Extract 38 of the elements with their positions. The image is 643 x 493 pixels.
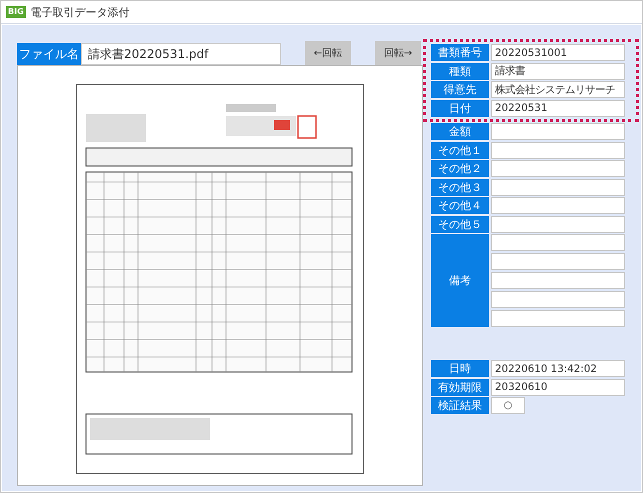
input-field[interactable] [491, 178, 625, 196]
field-label: 日付 [431, 100, 489, 116]
input-field[interactable] [491, 142, 625, 158]
app-logo: BIG [6, 6, 26, 18]
field-value[interactable]: 20220610 13:42:02 [491, 360, 625, 377]
field-value[interactable]: 20220531 [491, 100, 625, 116]
rotate-button[interactable]: 回転→ [375, 41, 421, 65]
field-value[interactable]: 株式会社システムリサーチ [491, 81, 625, 98]
field-value[interactable]: 20220531001 [491, 44, 625, 61]
field-label: その他５ [431, 216, 489, 232]
file-name-field[interactable]: 請求書20220531.pdf [81, 43, 281, 65]
field-label: 種類 [431, 62, 489, 80]
input-field[interactable] [491, 310, 625, 327]
field-label: その他２ [431, 160, 489, 177]
window-title: 電子取引データ添付 [30, 4, 130, 20]
input-field[interactable] [491, 253, 625, 270]
field-label: その他３ [431, 178, 489, 196]
field-label: 得意先 [431, 81, 489, 98]
input-field[interactable] [491, 291, 625, 308]
file-name-label: ファイル名 [17, 43, 81, 65]
field-value[interactable]: 20320610 [491, 378, 625, 396]
field-label: 金額 [431, 123, 489, 140]
input-field[interactable] [491, 216, 625, 232]
field-label: 検証結果 [431, 397, 489, 414]
verification-result: ○ [491, 397, 525, 414]
input-field[interactable] [491, 272, 625, 289]
field-label: 有効期限 [431, 378, 489, 396]
input-field[interactable] [491, 160, 625, 177]
field-value[interactable]: 請求書 [491, 62, 625, 80]
rotate-button[interactable]: ←回転 [305, 41, 351, 65]
input-field[interactable] [491, 197, 625, 214]
input-field[interactable] [491, 234, 625, 251]
field-label: その他１ [431, 142, 489, 158]
field-label: 日時 [431, 360, 489, 377]
field-label: その他４ [431, 197, 489, 214]
field-label: 備考 [431, 234, 489, 327]
field-label: 書類番号 [431, 44, 489, 61]
input-field[interactable] [491, 123, 625, 140]
